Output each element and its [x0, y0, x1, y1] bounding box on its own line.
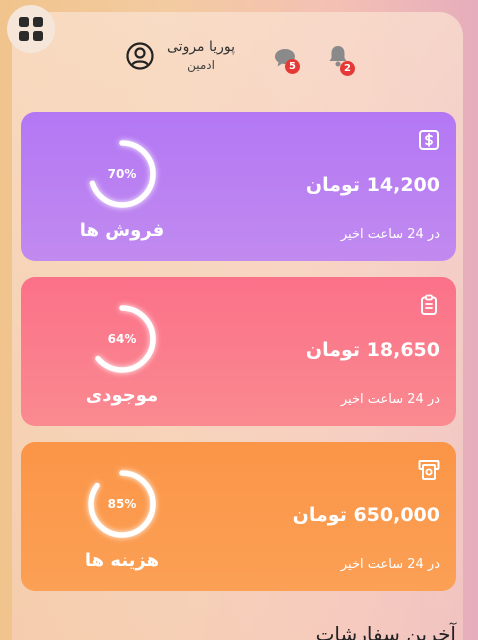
expenses-progress-ring: 85%	[85, 467, 159, 541]
clipboard-icon	[421, 294, 437, 315]
inventory-label: موجودی	[85, 385, 159, 406]
user-role: ادمین	[187, 58, 215, 72]
latest-orders-title: آخرین سفارشات	[315, 622, 456, 640]
inventory-amount: 18,650 تومان	[305, 339, 440, 361]
expenses-period: در 24 ساعت اخیر	[340, 557, 440, 572]
sales-card[interactable]: 14,200 تومان در 24 ساعت اخیر 70% فروش ها	[21, 112, 456, 261]
expenses-label: هزینه ها	[84, 550, 160, 571]
messages-badge: 5	[285, 59, 300, 74]
user-info: پوریا مروتی ادمین	[167, 38, 235, 74]
header: پوریا مروتی ادمین 5 2	[0, 0, 478, 100]
inventory-card[interactable]: 18,650 تومان در 24 ساعت اخیر 64% موجودی	[21, 277, 456, 426]
sales-period: در 24 ساعت اخیر	[340, 227, 440, 242]
expenses-amount: 650,000 تومان	[292, 504, 440, 526]
expenses-percent: 85%	[107, 497, 137, 511]
dollar-icon	[419, 130, 439, 150]
notifications-button[interactable]: 2	[327, 44, 355, 76]
cash-register-icon	[418, 460, 440, 480]
inventory-progress-ring: 64%	[85, 302, 159, 376]
user-profile[interactable]: پوریا مروتی ادمین	[125, 38, 235, 74]
sales-progress-ring: 70%	[85, 137, 159, 211]
inventory-percent: 64%	[107, 332, 137, 346]
user-name: پوریا مروتی	[167, 39, 236, 55]
sales-label: فروش ها	[79, 220, 165, 241]
expenses-card[interactable]: 650,000 تومان در 24 ساعت اخیر 85% هزینه …	[21, 442, 456, 591]
user-avatar-icon	[126, 42, 154, 70]
notifications-badge: 2	[340, 61, 355, 76]
sales-amount: 14,200 تومان	[305, 174, 440, 196]
messages-button[interactable]: 5	[273, 47, 300, 74]
sales-percent: 70%	[107, 167, 137, 181]
inventory-period: در 24 ساعت اخیر	[340, 392, 440, 407]
